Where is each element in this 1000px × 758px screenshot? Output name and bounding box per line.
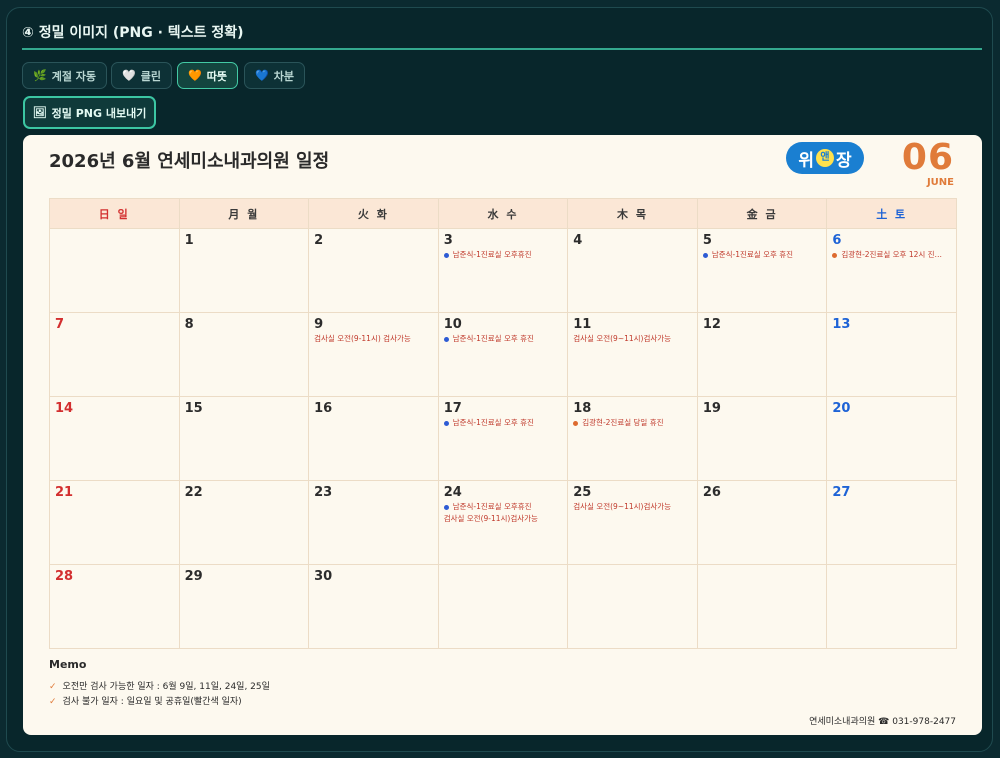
- day-cell: 1: [178, 228, 310, 313]
- clinic-logo: 위 앤 장: [786, 142, 864, 174]
- event: 남준식-1진료실 오후휴진: [443, 249, 563, 261]
- event-dot: [443, 420, 449, 426]
- event-dot: [443, 252, 449, 258]
- orange-heart-icon: 🧡: [188, 69, 202, 82]
- day-cell: 9 검사실 오전(9-11시) 검사가능: [308, 312, 439, 397]
- event: 남준식-1진료실 오후 휴진: [702, 249, 822, 261]
- calendar-preview: 2026년 6월 연세미소내과의원 일정 위 앤 장 06 JUNE 日 일 月…: [23, 135, 982, 735]
- event: 김광현-2진료실 오후 12시 진…: [832, 249, 951, 261]
- theme-seasonal-button[interactable]: 🌿 계절 자동: [22, 62, 108, 89]
- week-row: 14 15 16 17 남준식-1진료실 오후 휴진 18 김광현-2진료실 당…: [49, 396, 957, 481]
- clinic-contact: 연세미소내과의원 ☎ 031-978-2477: [809, 717, 956, 727]
- weekday-sun: 日 일: [49, 198, 180, 229]
- weekday-sat: 土 토: [826, 198, 957, 229]
- event-dot: [702, 252, 708, 258]
- day-cell-empty: [567, 564, 698, 649]
- day-cell: 19: [696, 396, 828, 481]
- day-cell: 29: [178, 564, 310, 649]
- event: 검사실 오전(9-11시) 검사가능: [314, 334, 411, 343]
- day-cell: 4: [567, 228, 698, 313]
- day-cell: 21: [49, 480, 180, 565]
- blue-heart-icon: 💙: [255, 69, 269, 82]
- day-cell: 24 남준식-1진료실 오후휴진 검사실 오전(9-11시)검사가능: [437, 480, 569, 565]
- day-cell: 6 김광현-2진료실 오후 12시 진…: [826, 228, 957, 313]
- day-cell-empty: [826, 564, 957, 649]
- check-icon: ✓: [49, 697, 57, 707]
- day-cell: 27: [826, 480, 957, 565]
- leaf-icon: 🌿: [33, 69, 47, 82]
- weekday-wed: 水 수: [437, 198, 569, 229]
- week-row: 28 29 30: [49, 564, 957, 649]
- event-dot: [443, 336, 449, 342]
- theme-calm-label: 차분: [273, 69, 294, 83]
- image-icon: 🖼: [32, 106, 47, 119]
- check-icon: ✓: [49, 682, 57, 692]
- theme-warm-button[interactable]: 🧡 따뜻: [177, 62, 238, 89]
- day-cell: 2: [308, 228, 439, 313]
- memo-item: ✓ 오전만 검사 가능한 일자 : 6월 9일, 11일, 24일, 25일: [49, 682, 270, 692]
- theme-calm-button[interactable]: 💙 차분: [244, 62, 305, 89]
- day-cell: 26: [696, 480, 828, 565]
- day-cell: 28: [49, 564, 180, 649]
- event: 남준식-1진료실 오후휴진: [443, 501, 563, 513]
- event-dot: [443, 504, 449, 510]
- day-cell: 12: [696, 312, 828, 397]
- day-cell: 14: [49, 396, 180, 481]
- day-cell: 7: [49, 312, 180, 397]
- day-cell: 8: [178, 312, 310, 397]
- day-cell: 17 남준식-1진료실 오후 휴진: [437, 396, 569, 481]
- calendar-grid: 日 일 月 월 火 화 水 수 木 목 金 금 土 토 1 2 3 남준식-1진…: [49, 198, 957, 649]
- day-cell: 23: [308, 480, 439, 565]
- export-png-button[interactable]: 🖼 정밀 PNG 내보내기: [23, 96, 156, 129]
- event: 남준식-1진료실 오후 휴진: [443, 333, 563, 345]
- theme-clean-button[interactable]: 🤍 클린: [111, 62, 172, 89]
- memo-title: Memo: [49, 658, 87, 671]
- day-cell: 15: [178, 396, 310, 481]
- weekday-thu: 木 목: [567, 198, 698, 229]
- day-cell: 20: [826, 396, 957, 481]
- day-cell: 11 검사실 오전(9~11시)검사가능: [567, 312, 698, 397]
- week-row: 21 22 23 24 남준식-1진료실 오후휴진 검사실 오전(9-11시)검…: [49, 480, 957, 565]
- day-cell: 13: [826, 312, 957, 397]
- day-cell: 16: [308, 396, 439, 481]
- day-cell: 18 김광현-2진료실 당일 휴진: [567, 396, 698, 481]
- image-export-panel: ④ 정밀 이미지 (PNG · 텍스트 정확) 🌿 계절 자동 🤍 클린 🧡 따…: [6, 7, 993, 752]
- week-row: 7 8 9 검사실 오전(9-11시) 검사가능 10 남준식-1진료실 오후 …: [49, 312, 957, 397]
- theme-seasonal-label: 계절 자동: [51, 69, 97, 83]
- export-png-label: 정밀 PNG 내보내기: [51, 106, 147, 120]
- theme-warm-label: 따뜻: [206, 69, 227, 83]
- day-cell: 22: [178, 480, 310, 565]
- event: 검사실 오전(9~11시)검사가능: [573, 334, 672, 343]
- event: 남준식-1진료실 오후 휴진: [443, 417, 563, 429]
- event: 김광현-2진료실 당일 휴진: [573, 417, 692, 429]
- weekday-header-row: 日 일 月 월 火 화 水 수 木 목 金 금 土 토: [49, 198, 957, 229]
- month-number: 06: [901, 137, 954, 178]
- day-cell-empty: [49, 228, 180, 313]
- memo-item: ✓ 검사 불가 일자 : 일요일 및 공휴일(빨간색 일자): [49, 697, 242, 707]
- event: 검사실 오전(9-11시)검사가능: [443, 514, 538, 523]
- day-cell: 30: [308, 564, 439, 649]
- title-divider: [22, 48, 982, 50]
- day-cell: 10 남준식-1진료실 오후 휴진: [437, 312, 569, 397]
- day-cell: 25 검사실 오전(9~11시)검사가능: [567, 480, 698, 565]
- theme-clean-label: 클린: [140, 69, 161, 83]
- day-cell: 5 남준식-1진료실 오후 휴진: [696, 228, 828, 313]
- weekday-fri: 金 금: [696, 198, 828, 229]
- panel-title: ④ 정밀 이미지 (PNG · 텍스트 정확): [22, 25, 244, 41]
- week-row: 1 2 3 남준식-1진료실 오후휴진 4 5 남준식-1진료실 오후 휴진 6…: [49, 228, 957, 313]
- day-cell-empty: [696, 564, 828, 649]
- calendar-title: 2026년 6월 연세미소내과의원 일정: [49, 151, 330, 172]
- white-heart-icon: 🤍: [122, 69, 136, 82]
- event-dot: [832, 252, 838, 258]
- weekday-tue: 火 화: [308, 198, 439, 229]
- event: 검사실 오전(9~11시)검사가능: [573, 502, 672, 511]
- month-name: JUNE: [926, 177, 954, 188]
- day-cell: 3 남준식-1진료실 오후휴진: [437, 228, 569, 313]
- day-cell-empty: [437, 564, 569, 649]
- weekday-mon: 月 월: [178, 198, 310, 229]
- event-dot: [573, 420, 579, 426]
